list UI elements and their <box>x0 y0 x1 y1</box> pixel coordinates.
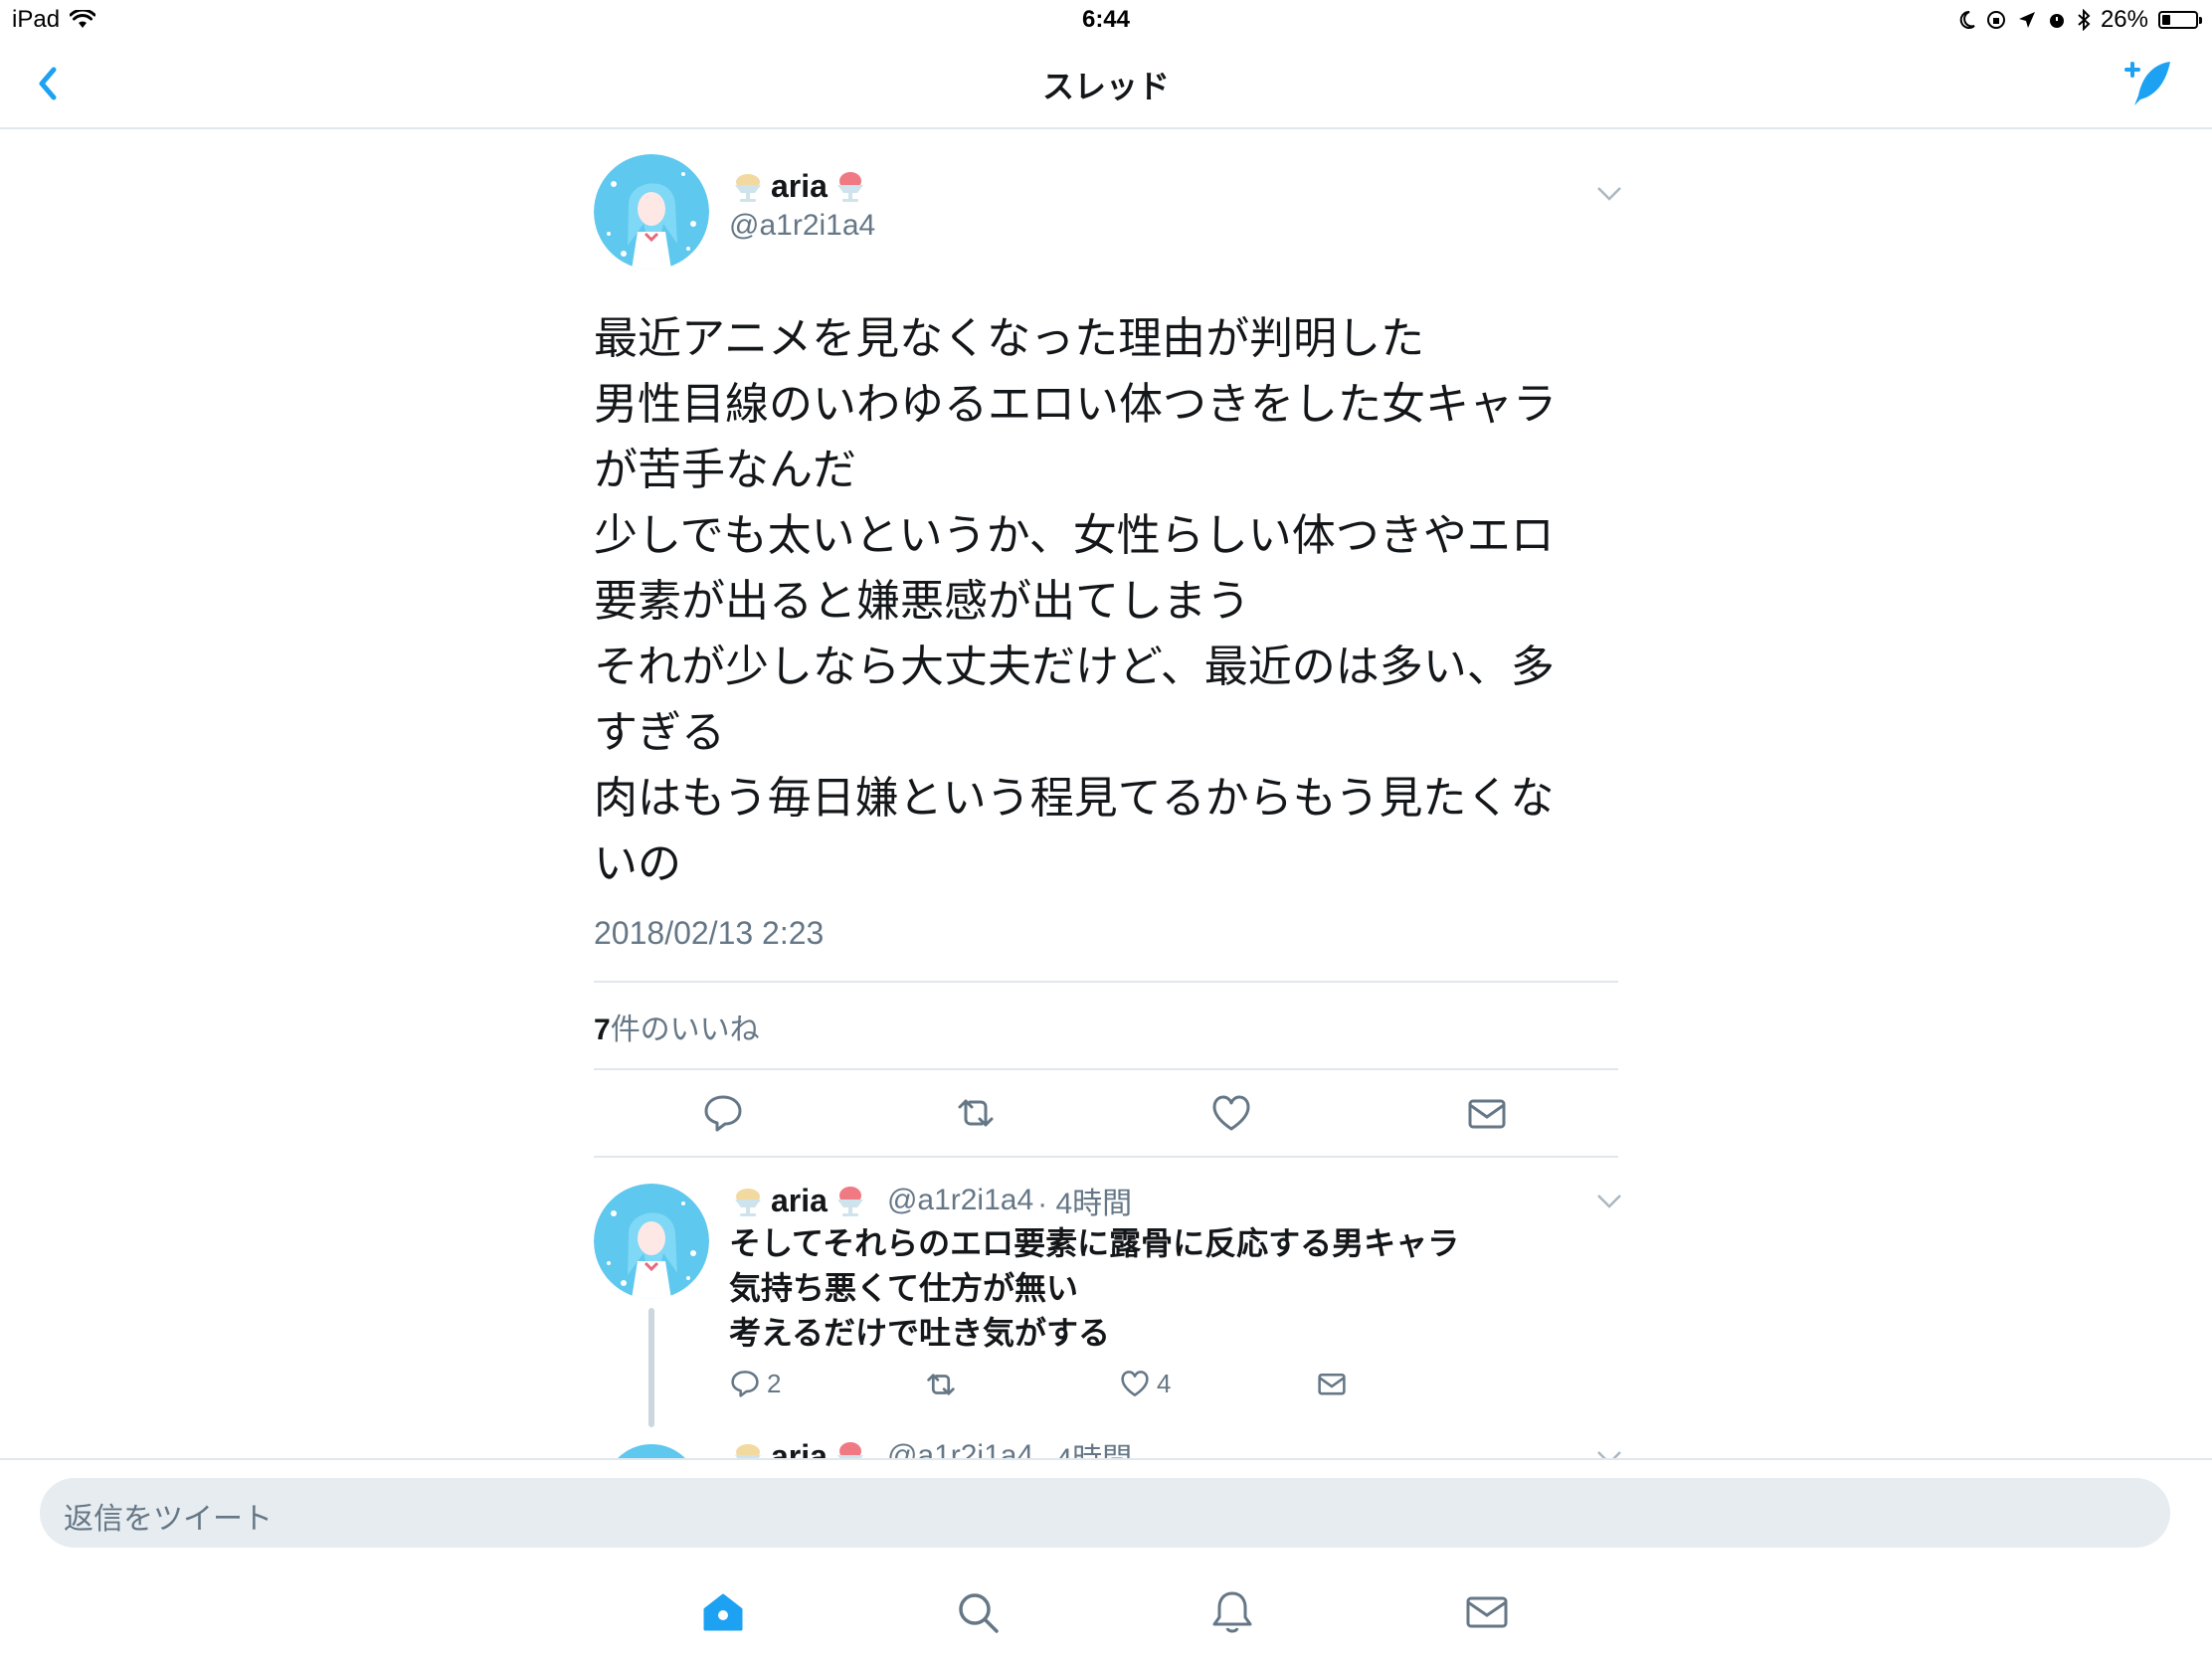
reply-header[interactable]: aria @a1r2i1a4 · 4時間 <box>729 1179 1132 1222</box>
alarm-icon <box>2049 14 2064 28</box>
dessert-emoji-icon <box>735 1189 761 1216</box>
likes-summary[interactable]: 7件のいいね <box>594 1005 760 1048</box>
tweet-actions <box>594 1079 1618 1149</box>
clock: 6:44 <box>1081 6 1131 33</box>
notifications-icon[interactable] <box>1207 1587 1257 1637</box>
dessert-emoji-icon <box>735 1444 761 1458</box>
retweet-icon <box>927 1374 955 1395</box>
avatar[interactable] <box>594 154 709 270</box>
author-name: aria <box>771 1182 828 1218</box>
like-icon <box>1121 1371 1149 1396</box>
battery-icon <box>2158 11 2202 29</box>
status-bar: iPad 6:44 26% <box>0 0 2212 40</box>
dm-button[interactable] <box>1316 1368 1348 1399</box>
thread-column: aria @a1r2i1a4 最近アニメを見なくなった理由が判明した 男性目線の… <box>594 129 1621 1458</box>
bluetooth-icon <box>2078 9 2091 31</box>
avatar-image <box>594 154 709 270</box>
shaved-ice-emoji-icon <box>836 1187 863 1216</box>
direct-message-icon[interactable] <box>1465 1091 1509 1135</box>
author-handle: @a1r2i1a4 <box>886 1439 1034 1458</box>
location-icon <box>2018 12 2035 28</box>
reply-input-placeholder: 返信をツイート <box>64 1503 273 1536</box>
chevron-down-icon[interactable] <box>1596 1450 1622 1458</box>
reply-actions: 2 4 <box>729 1368 1425 1417</box>
messages-icon[interactable] <box>1462 1587 1512 1637</box>
tweet-age: · 4時間 <box>1037 1188 1133 1220</box>
like-icon[interactable] <box>1209 1091 1253 1135</box>
divider <box>594 981 1618 983</box>
thread-content[interactable]: aria @a1r2i1a4 最近アニメを見なくなった理由が判明した 男性目線の… <box>0 129 2212 1458</box>
reply-header: aria @a1r2i1a4 · 4時間 <box>729 1434 1132 1458</box>
avatar[interactable] <box>594 1184 709 1299</box>
tweet-text: 最近アニメを見なくなった理由が判明した 男性目線のいわゆるエロい体つきをした女キ… <box>594 314 1557 888</box>
avatar-image <box>594 1184 709 1299</box>
next-tweet-partial[interactable]: aria @a1r2i1a4 · 4時間 <box>594 1434 1621 1458</box>
shaved-ice-emoji-icon <box>836 1442 863 1458</box>
home-icon[interactable] <box>698 1587 748 1637</box>
chevron-down-icon[interactable] <box>1596 186 1622 202</box>
tab-bar <box>0 1579 2212 1649</box>
thread-connector <box>648 1308 654 1427</box>
direct-message-icon <box>1318 1374 1346 1395</box>
reply-icon[interactable] <box>701 1091 745 1135</box>
retweet-button[interactable] <box>924 1368 958 1401</box>
moon-icon <box>1959 10 1975 29</box>
page-title: スレッド <box>1041 69 1170 104</box>
avatar <box>604 1444 699 1458</box>
like-count: 4 <box>1157 1368 1172 1398</box>
divider <box>594 1068 1618 1070</box>
author-name: aria <box>771 1437 828 1459</box>
divider <box>594 1156 1618 1158</box>
dessert-emoji-icon <box>735 174 761 202</box>
chevron-down-icon[interactable] <box>1596 1194 1622 1209</box>
orientation-lock-icon <box>1986 11 2005 29</box>
reply-input[interactable]: 返信をツイート <box>40 1478 2170 1548</box>
tweet-age: · 4時間 <box>1037 1434 1132 1458</box>
reply-button[interactable]: 2 <box>729 1368 781 1399</box>
author-handle: @a1r2i1a4 <box>886 1184 1034 1216</box>
tweet-timestamp: 2018/02/13 2:23 <box>594 915 825 951</box>
bottom-bar: 返信をツイート <box>0 1458 2212 1661</box>
likes-label: 件のいいね <box>610 1014 760 1046</box>
compose-tweet-icon[interactable] <box>2120 56 2176 111</box>
likes-count: 7 <box>594 1014 611 1046</box>
author-handle[interactable]: @a1r2i1a4 <box>729 209 875 243</box>
retweet-icon[interactable] <box>954 1091 998 1135</box>
like-button[interactable]: 4 <box>1119 1368 1171 1399</box>
reply-icon <box>731 1371 759 1397</box>
navigation-bar: スレッド <box>0 40 2212 129</box>
battery-percent: 26% <box>2100 6 2148 33</box>
reply-count: 2 <box>767 1368 782 1398</box>
shaved-ice-emoji-icon <box>836 172 863 202</box>
author-name[interactable]: aria <box>729 167 869 205</box>
reply-text: そしてそれらのエロ要素に露骨に反応する男キャラ 気持ち悪くて仕方が無い 考えるだ… <box>729 1225 1460 1351</box>
search-icon[interactable] <box>953 1587 1003 1637</box>
author-name-text: aria <box>771 167 828 204</box>
